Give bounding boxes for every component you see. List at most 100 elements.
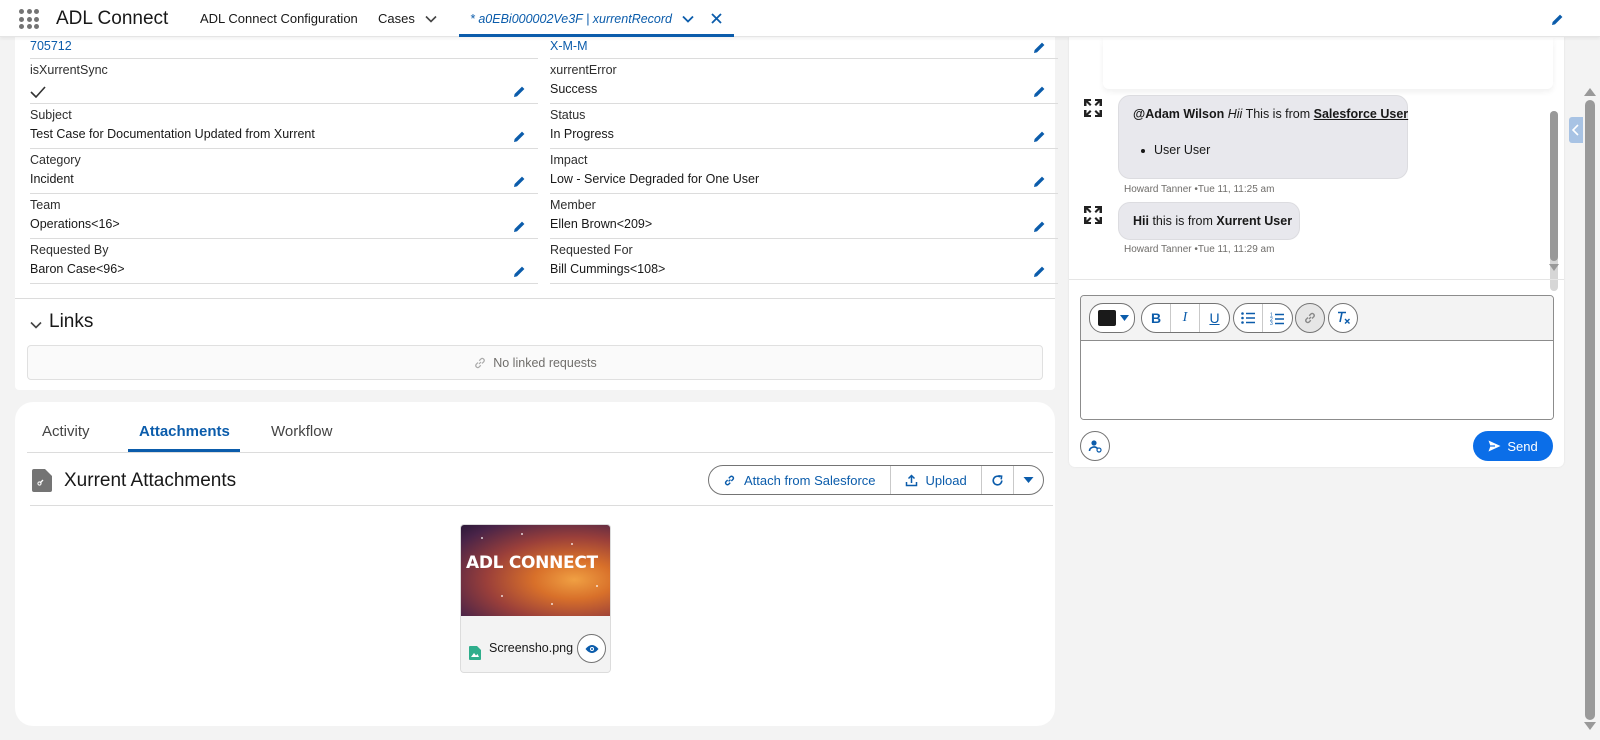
attachments-divider (30, 505, 1053, 506)
edit-pencil-icon[interactable] (513, 130, 526, 143)
preview-button[interactable] (577, 634, 606, 663)
field-label: isXurrentSync (30, 63, 108, 77)
field-label: Requested By (30, 243, 109, 257)
global-nav: ADL Connect ADL Connect Configuration Ca… (0, 0, 1600, 37)
bullet-text: User User (1154, 143, 1211, 157)
links-title[interactable]: Links (49, 311, 93, 333)
bold-text: Xurrent User (1216, 214, 1293, 228)
field-value: Success (550, 82, 598, 96)
file-thumbnail[interactable]: ADL CONNECT (461, 525, 610, 616)
edit-pencil-icon[interactable] (1033, 41, 1046, 54)
app-launcher-icon[interactable] (19, 9, 39, 29)
chevron-down-icon[interactable] (681, 12, 695, 26)
svg-text:3: 3 (1270, 321, 1273, 325)
scroll-down-arrow-icon[interactable] (1549, 264, 1559, 271)
tab-attachments[interactable]: Attachments (139, 423, 230, 440)
attach-from-salesforce-button[interactable]: Attach from Salesforce (709, 466, 891, 494)
field-value: Ellen Brown<209> (550, 217, 653, 231)
edit-pencil-icon[interactable] (513, 220, 526, 233)
mention[interactable]: @Adam Wilson (1133, 107, 1224, 121)
nav-item-cases[interactable]: Cases (378, 11, 415, 26)
underline-button[interactable]: U (1200, 304, 1229, 332)
links-empty-box: No linked requests (27, 345, 1043, 380)
attachments-card: Activity Attachments Workflow Xurrent At… (15, 402, 1055, 726)
chat-divider (1069, 279, 1564, 280)
bold-underline-text: Salesforce User (1313, 107, 1409, 121)
edit-pencil-icon[interactable] (513, 265, 526, 278)
list-button-group: 123 (1233, 303, 1293, 333)
chat-message-bubble: @Adam Wilson Hii This is from Salesforce… (1118, 95, 1408, 179)
attachments-title: Xurrent Attachments (64, 470, 237, 491)
edit-pencil-icon[interactable] (513, 175, 526, 188)
panel-collapse-handle[interactable] (1569, 117, 1583, 143)
field-requested-for: Requested For Bill Cummings<108> (550, 239, 1058, 284)
edit-pencil-icon[interactable] (1033, 85, 1046, 98)
image-file-icon (469, 646, 481, 660)
edit-pencil-icon[interactable] (1033, 130, 1046, 143)
field-value: Incident (30, 172, 74, 186)
field-team: Team Operations<16> (30, 194, 538, 239)
chevron-down-icon[interactable] (29, 318, 43, 332)
record-details-card: 705712 isXurrentSync Subject Test Case f… (15, 37, 1058, 390)
send-button[interactable]: Send (1473, 431, 1553, 461)
chevron-down-icon[interactable] (424, 12, 438, 26)
bulleted-list-button[interactable] (1234, 304, 1263, 332)
numbered-list-icon: 123 (1270, 312, 1285, 325)
file-card[interactable]: ADL CONNECT Screensho.png (460, 524, 611, 673)
chat-header-area (1103, 37, 1553, 89)
bold-button[interactable]: B (1142, 304, 1171, 332)
field-category: Category Incident (30, 149, 538, 194)
edit-pencil-icon[interactable] (1033, 175, 1046, 188)
field-value-link[interactable]: X-M-M (550, 39, 588, 53)
upload-label: Upload (925, 472, 967, 488)
chat-bullet-item: User User (1141, 143, 1210, 157)
chat-scrollbar-thumb[interactable] (1550, 111, 1558, 261)
upload-button[interactable]: Upload (891, 466, 982, 494)
field-status: Status In Progress (550, 104, 1058, 149)
field-value: Test Case for Documentation Updated from… (30, 127, 315, 141)
eye-icon (585, 644, 599, 654)
file-name[interactable]: Screensho.png (489, 641, 579, 655)
xurrent-logo-icon (1082, 97, 1104, 119)
send-label: Send (1507, 438, 1538, 454)
field-member: Member Ellen Brown<209> (550, 194, 1058, 239)
message-editor: B I U 123 (1080, 295, 1554, 420)
italic-button[interactable]: I (1171, 304, 1200, 332)
file-attachment-icon (32, 469, 52, 492)
field-value: Bill Cummings<108> (550, 262, 666, 276)
pencil-icon[interactable] (1551, 13, 1564, 26)
upload-icon (905, 473, 918, 487)
message-textarea[interactable] (1081, 341, 1553, 419)
scroll-down-arrow-icon[interactable] (1584, 722, 1596, 730)
tab-active-record[interactable]: * a0EBi000002Ve3F | xurrentRecord (459, 0, 734, 37)
page-scrollbar-thumb[interactable] (1585, 100, 1595, 720)
numbered-list-button[interactable]: 123 (1263, 304, 1292, 332)
editor-toolbar: B I U 123 (1081, 296, 1553, 341)
links-empty-text: No linked requests (493, 355, 597, 370)
bold-text: Hii (1133, 214, 1149, 228)
text-color-picker[interactable] (1089, 303, 1135, 333)
close-icon[interactable] (710, 12, 723, 25)
edit-pencil-icon[interactable] (1033, 265, 1046, 278)
clear-formatting-button[interactable] (1328, 303, 1358, 333)
user-mention-icon (1088, 439, 1102, 453)
tab-active-record-label: * a0EBi000002Ve3F | xurrentRecord (470, 12, 672, 26)
color-swatch (1098, 310, 1116, 326)
field-value-link[interactable]: 705712 (30, 39, 72, 53)
file-card-footer: Screensho.png (461, 616, 610, 672)
nav-item-adl-connect-configuration[interactable]: ADL Connect Configuration (200, 11, 358, 26)
edit-pencil-icon[interactable] (1033, 220, 1046, 233)
mention-user-button[interactable] (1080, 431, 1110, 461)
caret-down-icon (1023, 476, 1034, 484)
tab-activity[interactable]: Activity (42, 423, 90, 440)
tab-workflow[interactable]: Workflow (271, 423, 332, 440)
send-icon (1488, 440, 1501, 452)
scroll-up-arrow-icon[interactable] (1584, 88, 1596, 96)
plain-text: This is from (1242, 107, 1314, 121)
italic-text: Hii (1227, 107, 1243, 121)
insert-link-button[interactable] (1295, 303, 1325, 333)
field-value: Baron Case<96> (30, 262, 125, 276)
more-actions-button[interactable] (1014, 466, 1043, 494)
edit-pencil-icon[interactable] (513, 85, 526, 98)
refresh-button[interactable] (982, 466, 1014, 494)
